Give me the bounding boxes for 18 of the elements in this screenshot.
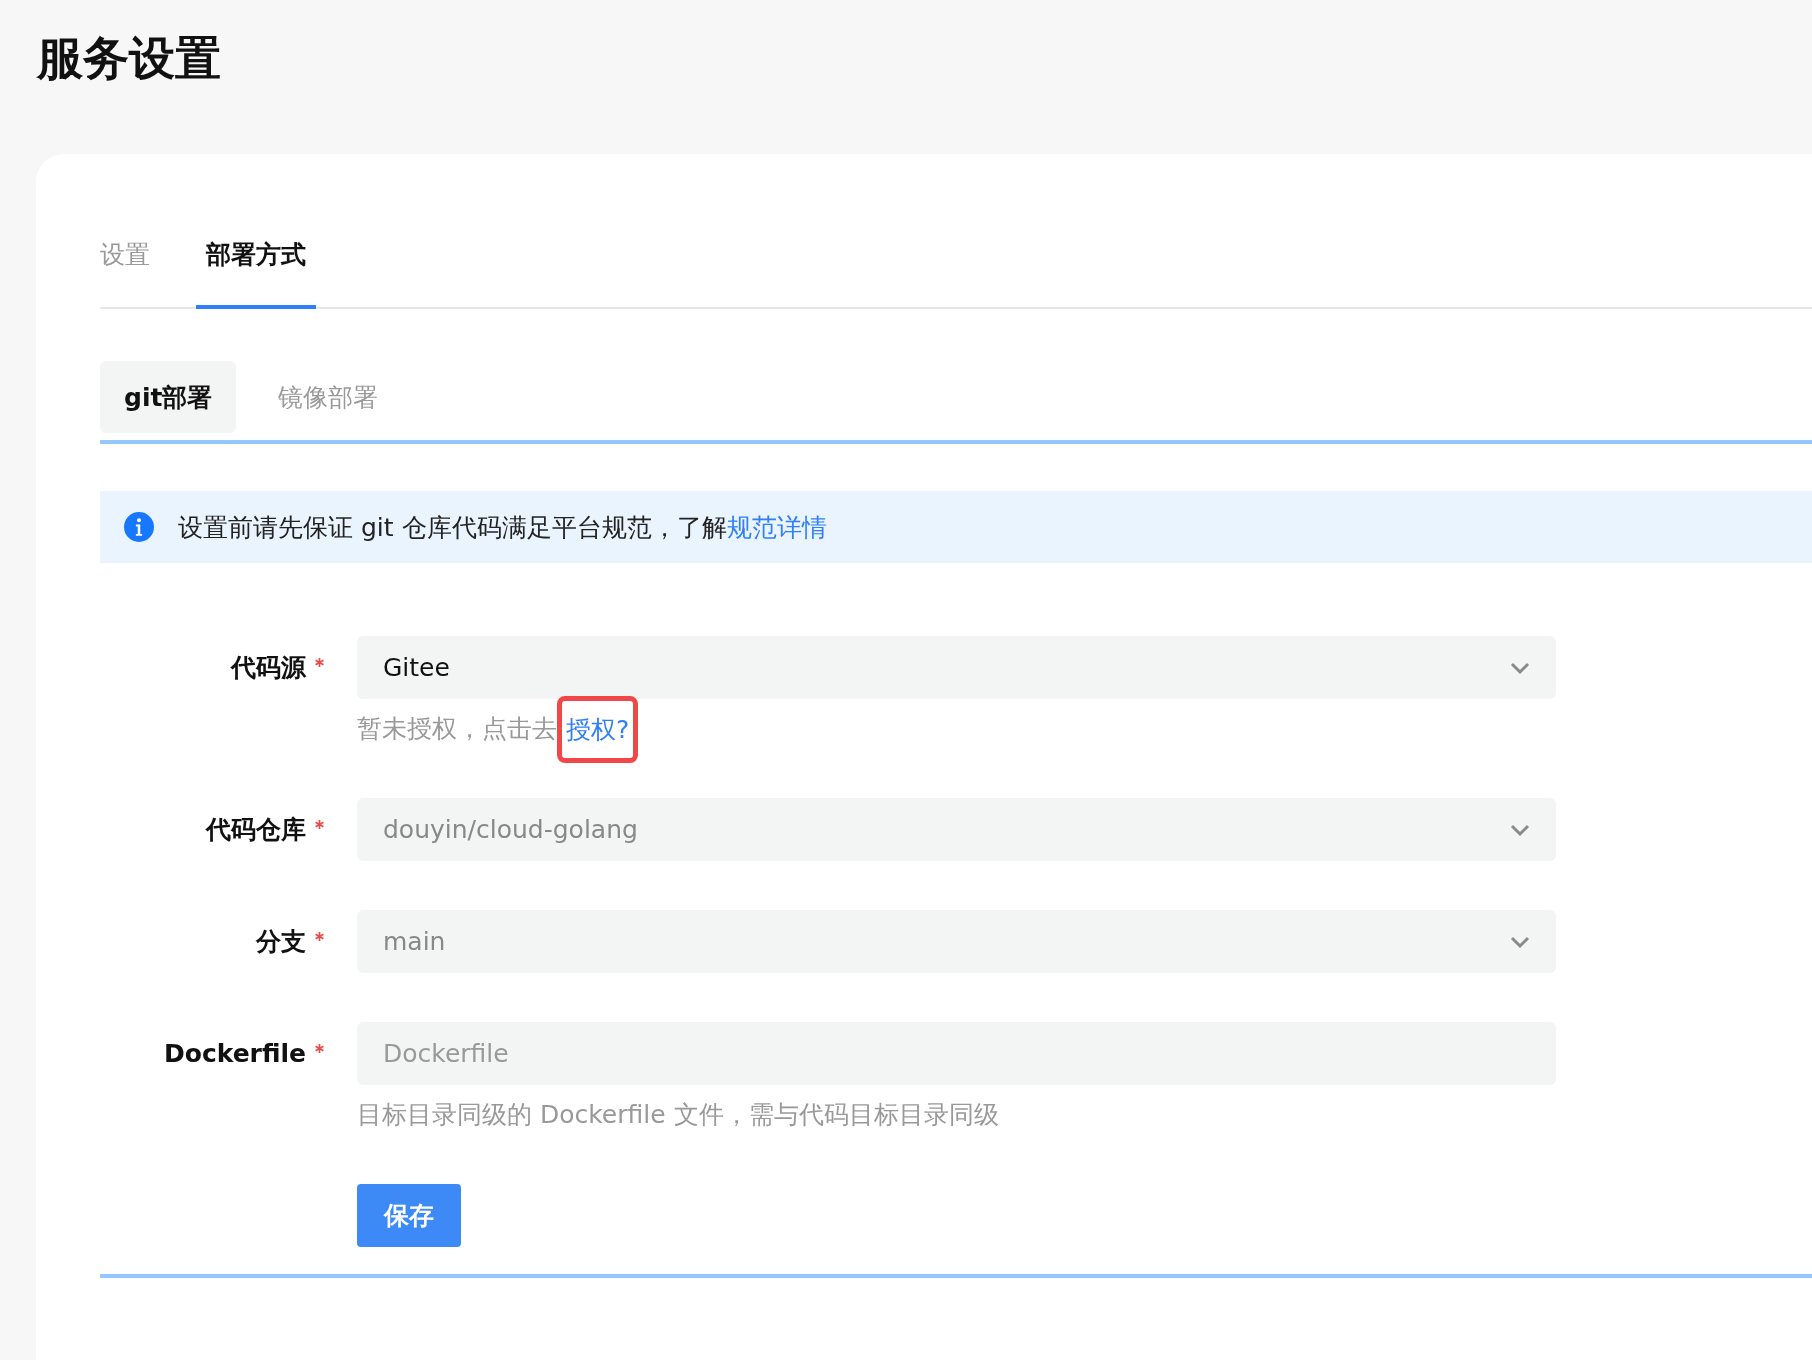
info-icon (124, 512, 154, 542)
field-label: 分支 (256, 926, 306, 958)
save-button[interactable]: 保存 (357, 1184, 461, 1247)
authorize-link[interactable]: 授权? (566, 712, 630, 746)
field-label: 代码仓库 (206, 814, 306, 846)
hint-text: 暂未授权，点击去 (357, 713, 557, 745)
page-title: 服务设置 (35, 30, 222, 87)
tab[interactable]: 部署方式 (196, 238, 316, 309)
hint-text: 目标目录同级的 Dockerfile 文件，需与代码目标目录同级 (357, 1099, 999, 1131)
select-field[interactable]: Gitee (357, 636, 1556, 699)
field-label: Dockerfile (163, 1039, 306, 1068)
notice-text: 设置前请先保证 git 仓库代码满足平台规范，了解规范详情 (178, 511, 827, 544)
field-label: 代码源 (231, 652, 306, 684)
tab[interactable]: 设置 (100, 238, 158, 309)
sub-tab[interactable]: git部署 (100, 361, 237, 433)
sub-tab[interactable]: 镜像部署 (254, 361, 403, 433)
spec-link[interactable]: 规范详情 (726, 512, 827, 542)
input-field[interactable]: Dockerfile (357, 1022, 1556, 1085)
